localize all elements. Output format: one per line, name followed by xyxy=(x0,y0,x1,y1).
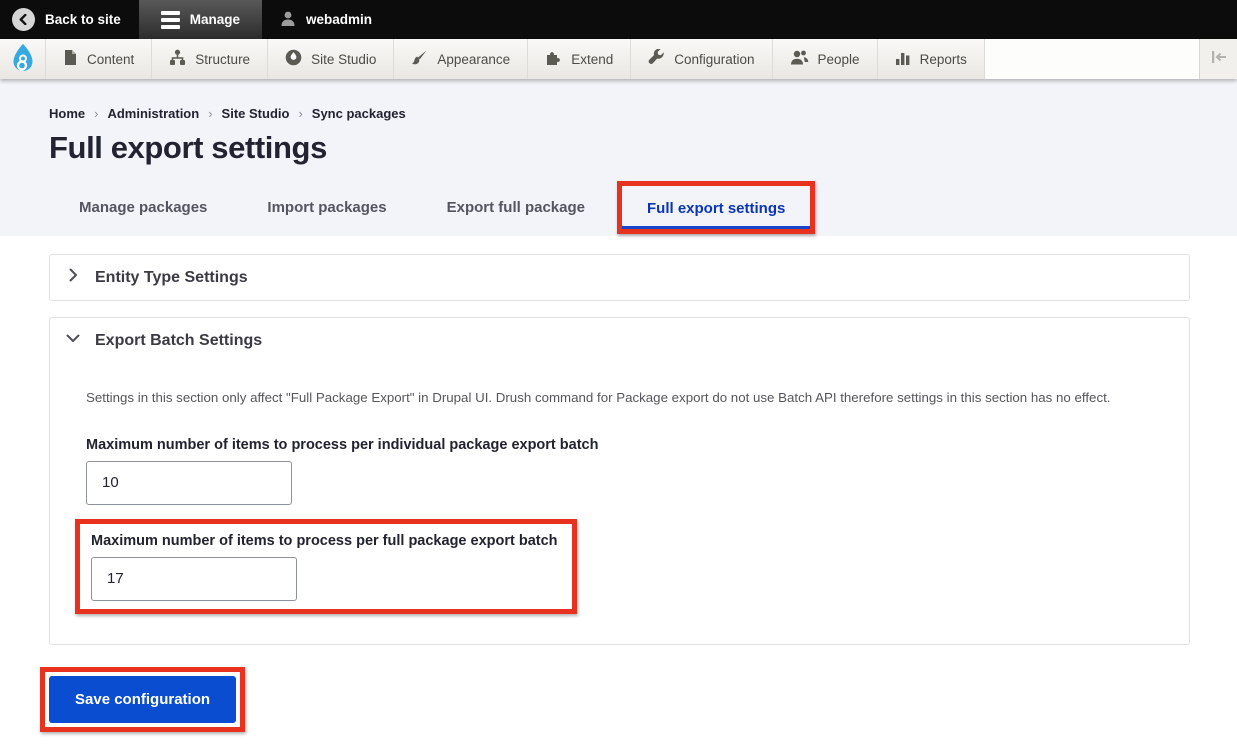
full-package-batch-input[interactable] xyxy=(91,557,297,601)
toolbar-spacer xyxy=(985,39,1199,79)
content-icon xyxy=(63,49,78,69)
field-individual-package-batch: Maximum number of items to process per i… xyxy=(86,437,1153,505)
batch-settings-description: Settings in this section only affect "Fu… xyxy=(86,389,1153,407)
collapse-orientation-icon xyxy=(1211,50,1227,68)
user-menu[interactable]: webadmin xyxy=(262,0,390,39)
field-full-package-batch: Maximum number of items to process per f… xyxy=(91,533,558,601)
extend-icon xyxy=(545,49,562,69)
main-content: Entity Type Settings Export Batch Settin… xyxy=(0,236,1237,752)
toolbar-item-site-studio[interactable]: Site Studio xyxy=(268,39,394,79)
toolbar-item-structure[interactable]: Structure xyxy=(152,39,268,79)
tab-full-export-settings[interactable]: Full export settings xyxy=(622,186,810,229)
people-icon xyxy=(790,49,809,69)
export-batch-settings-section: Export Batch Settings Settings in this s… xyxy=(49,317,1190,645)
reports-icon xyxy=(895,49,911,69)
toolbar-collapse-button[interactable] xyxy=(1199,39,1237,79)
username-label: webadmin xyxy=(306,12,372,27)
breadcrumb-site-studio[interactable]: Site Studio xyxy=(222,106,290,121)
tab-export-full-package[interactable]: Export full package xyxy=(417,179,615,236)
site-studio-icon xyxy=(285,49,302,69)
tab-import-packages[interactable]: Import packages xyxy=(237,179,416,236)
entity-type-settings-summary[interactable]: Entity Type Settings xyxy=(50,255,1189,300)
structure-icon xyxy=(169,49,186,69)
toolbar-item-configuration[interactable]: Configuration xyxy=(631,39,772,79)
breadcrumb-sync-packages[interactable]: Sync packages xyxy=(312,106,406,121)
toolbar-item-extend[interactable]: Extend xyxy=(528,39,631,79)
toolbar-item-label: People xyxy=(818,52,860,67)
annotation-box-save-button: Save configuration xyxy=(40,667,245,732)
breadcrumb-separator: › xyxy=(208,106,212,121)
toolbar-item-label: Appearance xyxy=(437,52,510,67)
annotation-box-full-package-field: Maximum number of items to process per f… xyxy=(75,519,577,614)
toolbar-item-label: Site Studio xyxy=(311,52,376,67)
configuration-icon xyxy=(648,49,665,69)
breadcrumb-home[interactable]: Home xyxy=(49,106,85,121)
full-package-batch-field-label: Maximum number of items to process per f… xyxy=(91,533,558,549)
tabs-bar: Manage packages Import packages Export f… xyxy=(49,179,1190,236)
breadcrumb-administration[interactable]: Administration xyxy=(107,106,199,121)
manage-label: Manage xyxy=(190,12,240,27)
back-to-site-label: Back to site xyxy=(45,12,121,27)
breadcrumb-separator: › xyxy=(94,106,98,121)
breadcrumb: Home › Administration › Site Studio › Sy… xyxy=(49,106,1190,121)
entity-type-settings-title: Entity Type Settings xyxy=(95,269,248,287)
back-to-site-button[interactable]: Back to site xyxy=(0,0,139,39)
breadcrumb-separator: › xyxy=(298,106,302,121)
toolbar-item-people[interactable]: People xyxy=(773,39,878,79)
admin-bar: Back to site Manage webadmin xyxy=(0,0,1237,39)
toolbar-item-appearance[interactable]: Appearance xyxy=(394,39,528,79)
appearance-icon xyxy=(411,49,428,69)
chevron-down-icon xyxy=(66,331,80,350)
toolbar-item-label: Extend xyxy=(571,52,613,67)
chevron-right-icon xyxy=(66,268,80,287)
toolbar-item-label: Reports xyxy=(920,52,967,67)
toolbar-item-label: Configuration xyxy=(674,52,754,67)
individual-batch-input[interactable] xyxy=(86,461,292,505)
export-batch-settings-title: Export Batch Settings xyxy=(95,332,262,350)
drupal-logo[interactable] xyxy=(0,39,46,79)
page-title: Full export settings xyxy=(49,130,1190,166)
tab-manage-packages[interactable]: Manage packages xyxy=(49,179,237,236)
page-header: Home › Administration › Site Studio › Sy… xyxy=(0,79,1237,236)
manage-tab[interactable]: Manage xyxy=(139,0,262,39)
toolbar-item-reports[interactable]: Reports xyxy=(878,39,985,79)
toolbar-item-label: Structure xyxy=(195,52,250,67)
toolbar-tray: Content Structure Site Studio Appearance… xyxy=(0,39,1237,79)
export-batch-settings-summary[interactable]: Export Batch Settings xyxy=(50,318,1189,363)
annotation-box-active-tab: Full export settings xyxy=(617,181,815,234)
back-arrow-icon xyxy=(12,8,35,31)
user-icon xyxy=(280,10,296,30)
toolbar-item-content[interactable]: Content xyxy=(46,39,152,79)
hamburger-icon xyxy=(161,11,180,29)
toolbar-item-label: Content xyxy=(87,52,134,67)
individual-batch-field-label: Maximum number of items to process per i… xyxy=(86,437,1153,453)
entity-type-settings-section: Entity Type Settings xyxy=(49,254,1190,301)
save-configuration-button[interactable]: Save configuration xyxy=(49,676,236,723)
